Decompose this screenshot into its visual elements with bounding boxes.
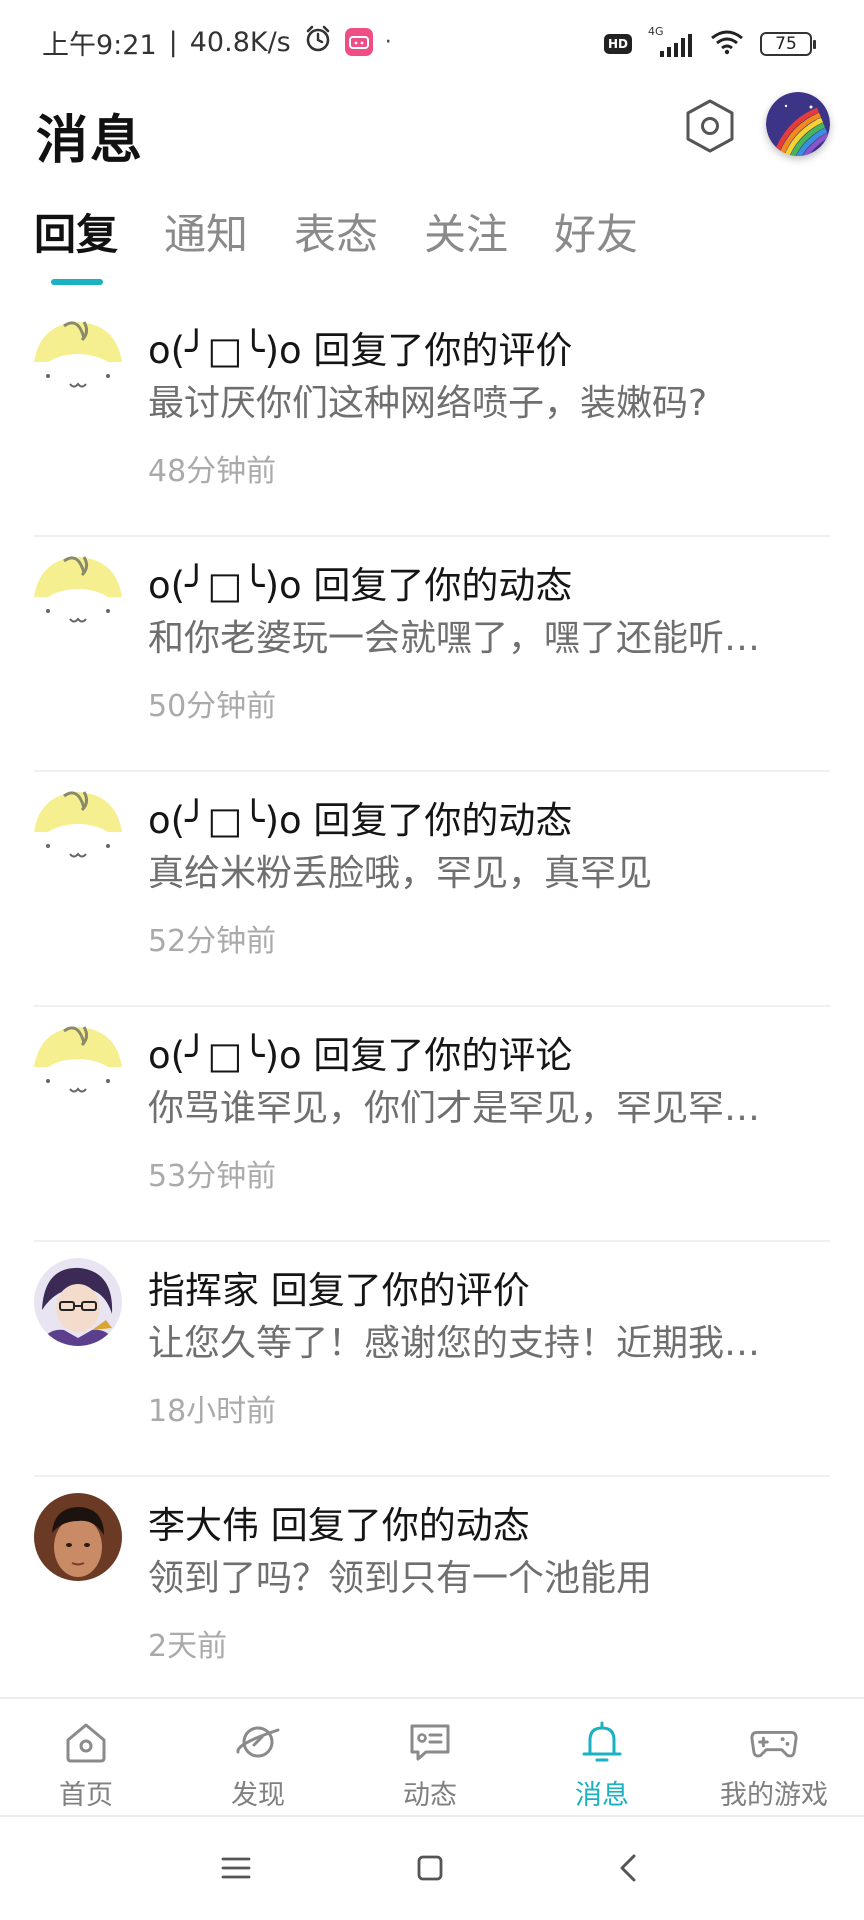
system-navigation-bar (0, 1815, 864, 1920)
message-item[interactable]: o(╯□╰)o 回复了你的评论 你骂谁罕见，你们才是罕见，罕见罕… 53分钟前 (0, 1007, 864, 1242)
message-time: 2天前 (148, 1629, 228, 1664)
planet-icon (233, 1717, 283, 1767)
default-cartoon-avatar[interactable] (34, 788, 122, 876)
status-separator: | (168, 26, 178, 58)
wifi-icon (710, 29, 744, 59)
message-title: o(╯□╰)o 回复了你的动态 (148, 564, 573, 607)
nav-home[interactable]: 首页 (0, 1699, 172, 1817)
nav-messages[interactable]: 消息 (516, 1699, 688, 1817)
nav-feed[interactable]: 动态 (344, 1699, 516, 1817)
message-item[interactable]: o(╯□╰)o 回复了你的评价 最讨厌你们这种网络喷子，装嫩码? 48分钟前 (0, 302, 864, 537)
message-item[interactable]: o(╯□╰)o 回复了你的动态 真给米粉丢脸哦，罕见，真罕见 52分钟前 (0, 772, 864, 1007)
home-icon (61, 1717, 111, 1767)
default-cartoon-avatar[interactable] (34, 1023, 122, 1111)
bottom-navigation: 首页 发现 动态 消息 我的游戏 (0, 1697, 864, 1815)
tab-notifications[interactable]: 通知 (164, 200, 248, 280)
alarm-icon (303, 24, 333, 61)
network-speed: 40.8K/s (189, 26, 291, 58)
bell-icon (577, 1717, 627, 1767)
message-content: 你骂谁罕见，你们才是罕见，罕见罕… (148, 1088, 761, 1129)
signal-icon: 4G (648, 25, 694, 59)
back-button[interactable] (598, 1845, 658, 1895)
rainbow-avatar-icon (766, 92, 830, 156)
message-content: 让您久等了！感谢您的支持！近期我… (148, 1323, 761, 1364)
nav-label: 消息 (575, 1780, 629, 1811)
status-bar: 上午9:21 | 40.8K/s · HD 4G 75 (0, 0, 864, 84)
square-icon (416, 1854, 444, 1886)
chevron-left-icon (616, 1853, 640, 1887)
home-nav-button[interactable] (400, 1845, 460, 1895)
bilibili-badge-icon (344, 28, 373, 56)
nav-label: 首页 (59, 1780, 113, 1811)
header: 消息 (0, 84, 864, 204)
message-item[interactable]: o(╯□╰)o 回复了你的动态 和你老婆玩一会就嘿了，嘿了还能听… 50分钟前 (0, 537, 864, 772)
tab-friends[interactable]: 好友 (554, 200, 638, 280)
nav-label: 我的游戏 (720, 1780, 828, 1811)
hd-badge: HD (603, 34, 632, 54)
message-time: 52分钟前 (148, 924, 277, 959)
message-title: 指挥家 回复了你的评价 (148, 1269, 530, 1312)
network-type: 4G (648, 25, 664, 38)
message-item[interactable]: 李大伟 回复了你的动态 领到了吗？领到只有一个池能用 2天前 (0, 1477, 864, 1712)
anime-character-avatar[interactable] (34, 1258, 122, 1346)
menu-button[interactable] (206, 1845, 266, 1895)
message-time: 53分钟前 (148, 1159, 277, 1194)
tab-replies[interactable]: 回复 (34, 200, 118, 280)
nav-discover[interactable]: 发现 (172, 1699, 344, 1817)
message-time: 18小时前 (148, 1394, 277, 1429)
default-cartoon-avatar[interactable] (34, 318, 122, 406)
nav-label: 发现 (231, 1780, 285, 1811)
hexagon-settings-icon (684, 98, 736, 158)
message-item[interactable]: 指挥家 回复了你的评价 让您久等了！感谢您的支持！近期我… 18小时前 (0, 1242, 864, 1477)
photo-avatar[interactable] (34, 1493, 122, 1581)
message-content: 领到了吗？领到只有一个池能用 (148, 1558, 653, 1599)
message-title: 李大伟 回复了你的动态 (148, 1504, 530, 1547)
menu-icon (221, 1855, 251, 1885)
status-time: 上午9:21 (42, 29, 157, 61)
message-time: 48分钟前 (148, 454, 277, 489)
gamepad-icon (749, 1717, 799, 1767)
tab-active-indicator (51, 279, 103, 285)
message-content: 和你老婆玩一会就嘿了，嘿了还能听… (148, 618, 761, 659)
message-card-icon (405, 1717, 455, 1767)
tab-reactions[interactable]: 表态 (294, 200, 378, 280)
default-cartoon-avatar[interactable] (34, 553, 122, 641)
user-avatar-button[interactable] (766, 92, 830, 156)
status-dot: · (384, 29, 392, 55)
message-content: 最讨厌你们这种网络喷子，装嫩码? (148, 383, 708, 424)
tab-bar: 回复 通知 表态 关注 好友 (0, 200, 864, 290)
message-time: 50分钟前 (148, 689, 277, 724)
page-title: 消息 (36, 111, 145, 171)
nav-my-games[interactable]: 我的游戏 (688, 1699, 860, 1817)
tab-follows[interactable]: 关注 (424, 200, 508, 280)
message-content: 真给米粉丢脸哦，罕见，真罕见 (148, 853, 653, 894)
nav-label: 动态 (403, 1780, 457, 1811)
settings-button[interactable] (678, 96, 742, 160)
status-left: 上午9:21 | 40.8K/s · (42, 20, 392, 64)
message-title: o(╯□╰)o 回复了你的评论 (148, 1034, 573, 1077)
status-right: HD 4G 75 (603, 22, 816, 66)
message-title: o(╯□╰)o 回复了你的评价 (148, 329, 573, 372)
message-title: o(╯□╰)o 回复了你的动态 (148, 799, 573, 842)
battery-icon: 75 (760, 32, 816, 56)
